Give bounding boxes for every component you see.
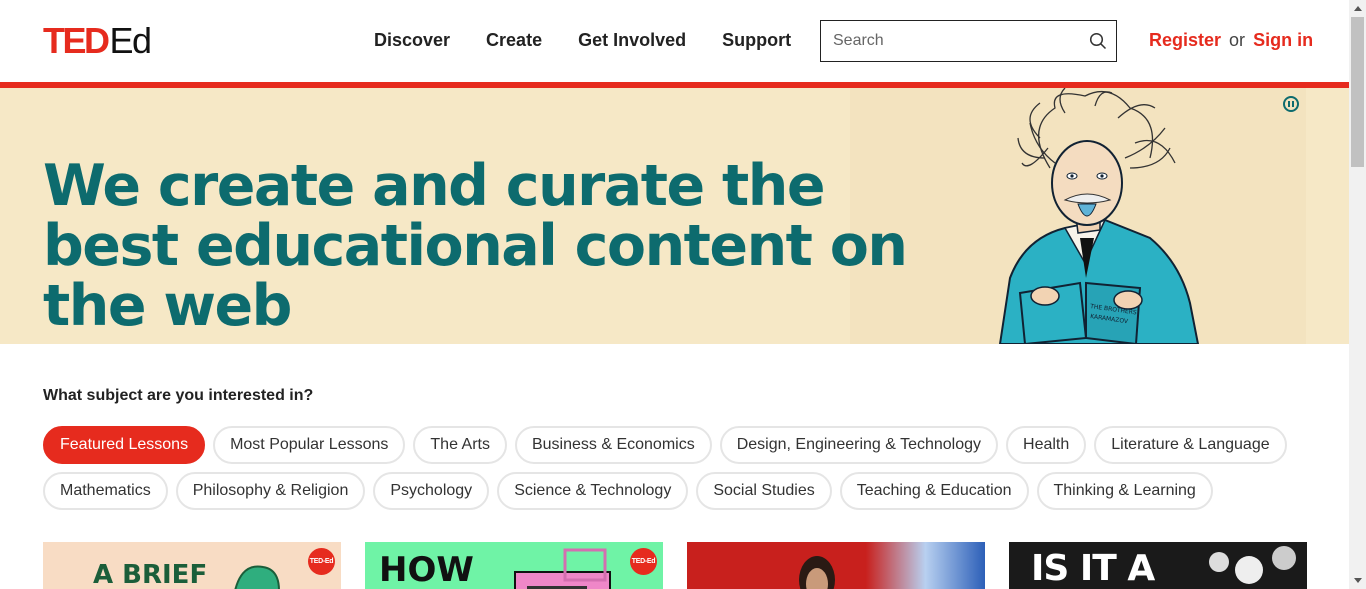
page-scrollbar[interactable]	[1349, 0, 1366, 589]
auth-links: Register or Sign in	[1149, 30, 1313, 51]
chip-the-arts[interactable]: The Arts	[413, 426, 507, 464]
main-nav: Discover Create Get Involved Support	[374, 30, 791, 51]
ted-ed-badge: TED-Ed	[308, 548, 335, 575]
chip-teaching-education[interactable]: Teaching & Education	[839, 472, 1029, 510]
register-link[interactable]: Register	[1149, 30, 1221, 50]
scrollbar-thumb[interactable]	[1351, 17, 1364, 167]
chip-science-technology[interactable]: Science & Technology	[497, 472, 689, 510]
pause-animation-icon[interactable]	[1283, 96, 1299, 112]
lesson-card[interactable]: IS IT A	[1009, 542, 1307, 589]
lesson-thumbnail-art	[1209, 546, 1296, 584]
ted-ed-badge: TED-Ed	[630, 548, 657, 575]
nav-support[interactable]: Support	[722, 30, 791, 51]
subject-question: What subject are you interested in?	[43, 387, 314, 404]
chip-psychology[interactable]: Psychology	[373, 472, 490, 510]
chip-featured-lessons[interactable]: Featured Lessons	[43, 426, 206, 464]
subject-filter-chips: Featured Lessons Most Popular Lessons Th…	[43, 426, 1313, 510]
lesson-thumbnail-art	[514, 548, 611, 589]
sign-in-link[interactable]: Sign in	[1253, 30, 1313, 50]
chip-philosophy-religion[interactable]: Philosophy & Religion	[175, 472, 366, 510]
lesson-card-title: A BRIEF	[93, 560, 208, 589]
chip-health[interactable]: Health	[1006, 426, 1087, 464]
lesson-thumbnail-art	[799, 556, 835, 589]
site-header: TED Ed Discover Create Get Involved Supp…	[0, 0, 1349, 82]
lesson-card[interactable]: A BRIEF TED-Ed	[43, 542, 341, 589]
logo-ed-text: Ed	[109, 20, 153, 61]
hero-banner: THE BROTHERS KARAMAZOV We create and cur…	[0, 88, 1349, 344]
lesson-card-title: IS IT A	[1031, 548, 1155, 589]
chip-mathematics[interactable]: Mathematics	[43, 472, 168, 510]
nav-create[interactable]: Create	[486, 30, 542, 51]
scroll-down-arrow-icon[interactable]	[1349, 572, 1366, 589]
nav-get-involved[interactable]: Get Involved	[578, 30, 686, 51]
lesson-card[interactable]: HOW TED-Ed	[365, 542, 663, 589]
nav-discover[interactable]: Discover	[374, 30, 450, 51]
chip-thinking-learning[interactable]: Thinking & Learning	[1036, 472, 1213, 510]
lesson-thumbnail-art	[234, 565, 280, 589]
logo-ted-text: TED	[43, 20, 110, 61]
chip-design-engineering-technology[interactable]: Design, Engineering & Technology	[719, 426, 999, 464]
chip-social-studies[interactable]: Social Studies	[696, 472, 832, 510]
auth-or-text: or	[1229, 30, 1246, 50]
lesson-card[interactable]	[687, 542, 985, 589]
chip-literature-language[interactable]: Literature & Language	[1094, 426, 1287, 464]
search-box	[820, 20, 1117, 62]
chip-business-economics[interactable]: Business & Economics	[514, 426, 712, 464]
hero-headline: We create and curate the best educationa…	[43, 153, 908, 339]
scroll-up-arrow-icon[interactable]	[1349, 0, 1366, 17]
lesson-card-title: HOW	[379, 550, 474, 589]
search-input[interactable]	[821, 21, 1080, 61]
search-icon[interactable]	[1080, 21, 1116, 61]
ted-ed-logo[interactable]: TED Ed	[43, 20, 153, 61]
chip-most-popular-lessons[interactable]: Most Popular Lessons	[213, 426, 406, 464]
